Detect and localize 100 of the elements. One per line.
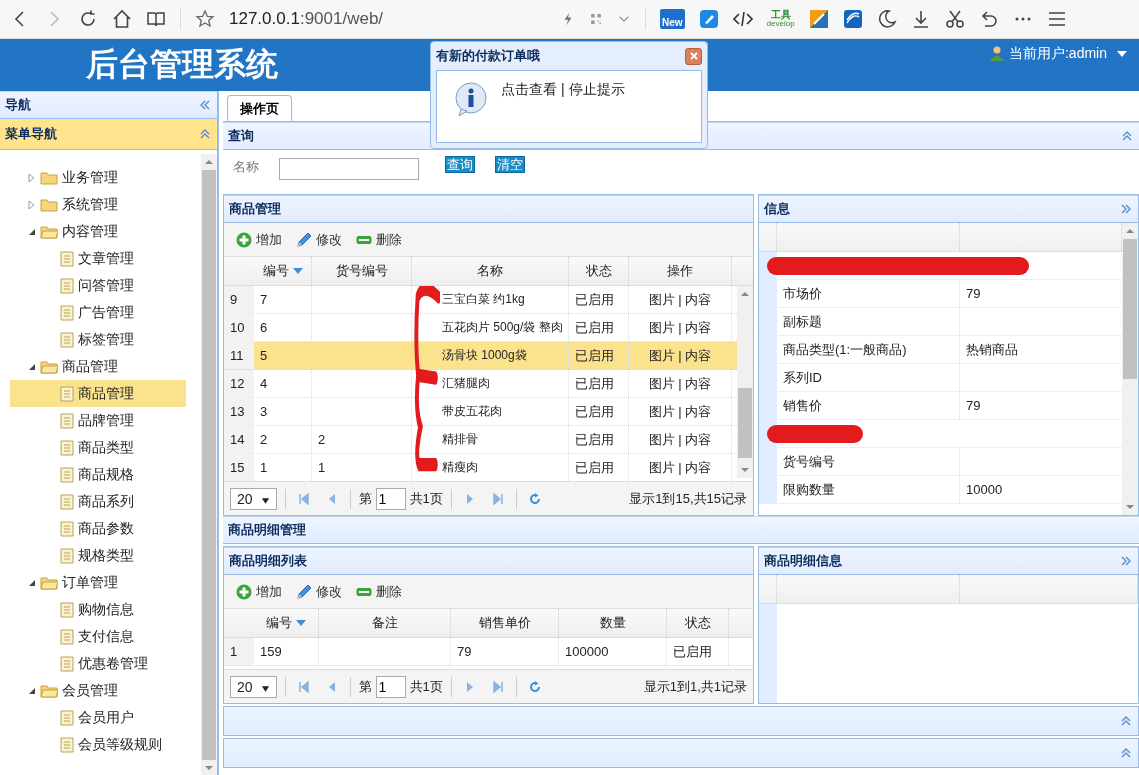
tree-folder[interactable]: 订单管理 (10, 569, 201, 596)
last-page-icon[interactable] (491, 492, 504, 505)
action-links[interactable]: 图片 | 内容 (629, 342, 732, 369)
panel-title: 商品明细列表 (229, 552, 307, 570)
query-button[interactable]: 清空 (495, 156, 525, 173)
document-icon (60, 250, 74, 267)
action-links[interactable]: 图片 | 内容 (629, 286, 732, 313)
refresh-icon[interactable] (528, 492, 541, 505)
collapsed-panel-bar[interactable] (223, 738, 1139, 768)
moon-icon[interactable] (876, 9, 897, 29)
action-links[interactable]: 图片 | 内容 (629, 426, 732, 453)
toolbar-button[interactable]: 修改 (294, 228, 344, 251)
column-header[interactable]: 货号编号 (312, 257, 412, 285)
column-header[interactable]: 操作 (629, 257, 732, 285)
expand-right-icon[interactable] (1120, 203, 1132, 215)
tree-item[interactable]: 会员等级规则 (10, 731, 186, 758)
accordion-header[interactable]: 菜单导航 (0, 119, 217, 150)
table-cell: 4 (254, 370, 312, 397)
code-icon[interactable] (732, 9, 753, 29)
toolbar-button[interactable]: 增加 (234, 228, 284, 251)
tree-folder[interactable]: 系统管理 (10, 191, 201, 218)
tab[interactable]: 操作页 (227, 95, 292, 121)
tree-item[interactable]: 商品类型 (10, 434, 186, 461)
action-links[interactable]: 图片 | 内容 (629, 398, 732, 425)
column-header[interactable]: 编号 (254, 257, 312, 285)
close-button[interactable] (685, 47, 702, 65)
tree-folder[interactable]: 内容管理 (10, 218, 201, 245)
tree-folder[interactable]: 商品管理 (10, 353, 201, 380)
collapsed-panel-bar[interactable] (223, 706, 1139, 736)
column-header[interactable]: 编号 (254, 609, 319, 637)
column-header[interactable]: 销售单价 (451, 609, 559, 637)
action-links[interactable]: 图片 | 内容 (629, 370, 732, 397)
column-header[interactable]: 名称 (412, 257, 569, 285)
toolbar-button[interactable]: 删除 (354, 580, 404, 603)
table-cell: 79 (451, 638, 559, 665)
collapse-left-icon[interactable] (199, 99, 211, 111)
tree-folder[interactable]: 会员管理 (10, 677, 201, 704)
row-number: 15 (224, 454, 254, 481)
app-title: 后台管理系统 (86, 45, 278, 84)
column-header[interactable]: 备注 (319, 609, 451, 637)
tree-item[interactable]: 购物信息 (10, 596, 186, 623)
tree-item[interactable]: 问答管理 (10, 272, 186, 299)
current-user-menu[interactable]: 当前用户:admin (988, 45, 1127, 63)
tree-item[interactable]: 商品规格 (10, 461, 186, 488)
row-header-cell (759, 280, 777, 307)
view-link[interactable]: 点击查看 (501, 81, 557, 99)
color-picker-icon[interactable] (808, 9, 829, 29)
last-page-icon[interactable] (491, 680, 504, 693)
page-input-field[interactable]: 1 (375, 675, 406, 698)
pen-tile-icon[interactable] (698, 9, 719, 29)
wave-icon[interactable] (842, 9, 863, 29)
close-icon (688, 51, 699, 61)
scrollbar[interactable] (1122, 223, 1138, 515)
column-header[interactable]: 状态 (667, 609, 729, 637)
toolbar-button[interactable]: 增加 (234, 580, 284, 603)
stop-link[interactable]: 停止提示 (568, 81, 625, 99)
tree-item[interactable]: 优惠卷管理 (10, 650, 186, 677)
home-icon[interactable] (112, 9, 132, 29)
new-badge-icon[interactable]: New (660, 9, 685, 29)
address-bar[interactable]: 127.0.0.1:9001/web/ (229, 9, 547, 29)
page-size-select[interactable]: 20 (230, 675, 277, 698)
query-button[interactable]: 查询 (445, 156, 475, 173)
tree-item[interactable]: 商品系列 (10, 488, 186, 515)
column-header[interactable]: 状态 (569, 257, 629, 285)
column-header[interactable]: 数量 (559, 609, 667, 637)
expander-icon (28, 686, 36, 695)
toolbar-button[interactable]: 修改 (294, 580, 344, 603)
scrollbar[interactable] (737, 286, 753, 478)
tree-folder[interactable]: 业务管理 (10, 164, 201, 191)
scrollbar[interactable] (201, 154, 217, 775)
dev-tools-button[interactable]: 工具 develop (766, 10, 795, 28)
action-links[interactable]: 图片 | 内容 (629, 314, 732, 341)
page-input-field[interactable]: 1 (375, 487, 406, 510)
collapse-up-icon[interactable] (1121, 130, 1133, 142)
tree-item[interactable]: 文章管理 (10, 245, 186, 272)
name-input-field[interactable] (279, 158, 419, 180)
tree-item[interactable]: 支付信息 (10, 623, 186, 650)
tree-item[interactable]: 会员用户 (10, 704, 186, 731)
expand-right-icon[interactable] (1120, 555, 1132, 567)
star-icon[interactable] (195, 9, 215, 29)
menu-icon[interactable] (1046, 9, 1067, 29)
toolbar-button[interactable]: 删除 (354, 228, 404, 251)
tree-item[interactable]: 商品参数 (10, 515, 186, 542)
tree-item[interactable]: 标签管理 (10, 326, 186, 353)
scissors-icon[interactable] (944, 9, 965, 29)
reload-icon[interactable] (78, 9, 98, 29)
tree-item[interactable]: 广告管理 (10, 299, 186, 326)
page-size-select[interactable]: 20 (230, 487, 277, 510)
refresh-icon[interactable] (528, 680, 541, 693)
first-page-icon[interactable] (297, 680, 310, 693)
qr-code-icon[interactable] (589, 12, 603, 26)
tree-item[interactable]: 规格类型 (10, 542, 186, 569)
first-page-icon[interactable] (297, 492, 310, 505)
book-icon[interactable] (146, 9, 166, 29)
table-cell: 带皮五花肉 (412, 398, 569, 425)
table-cell: 五花肉片 500g/袋 整肉 (412, 314, 569, 341)
tree-item[interactable]: 品牌管理 (10, 407, 186, 434)
folder-icon (40, 197, 58, 212)
caret-icon (1117, 51, 1127, 57)
tree-item[interactable]: 商品管理 (10, 380, 186, 407)
